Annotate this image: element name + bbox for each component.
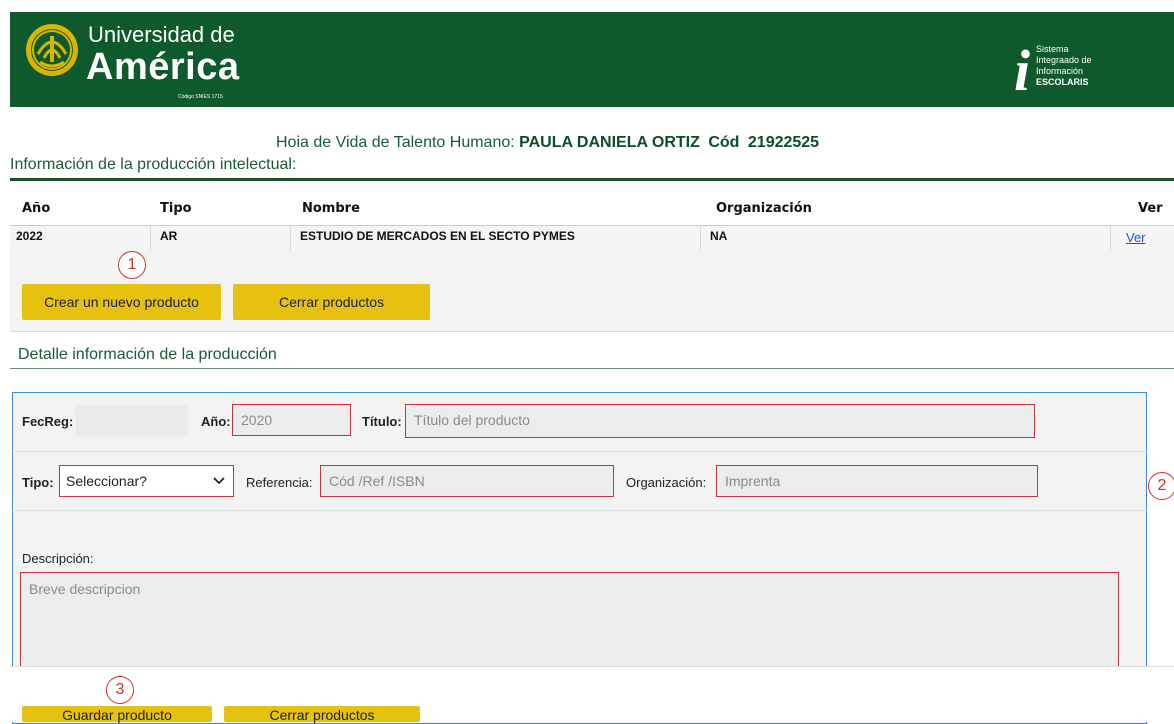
detail-divider bbox=[10, 368, 1174, 369]
bottom-divider bbox=[10, 666, 1174, 667]
view-link[interactable]: Ver bbox=[1126, 230, 1146, 245]
step-marker-1: 1 bbox=[118, 251, 146, 279]
reference-label: Referencia: bbox=[246, 475, 313, 490]
escolaris-text: Sistema Integraado de Información ESCOLA… bbox=[1036, 44, 1092, 88]
code-label: Cód bbox=[708, 134, 740, 151]
escolaris-line-3: Información bbox=[1036, 66, 1084, 76]
detail-title: Detalle información de la producción bbox=[18, 346, 277, 363]
page-title-prefix: Hoia de Vida de Talento Humano: bbox=[276, 134, 515, 151]
actions-divider bbox=[10, 331, 1174, 332]
escolaris-line-4: ESCOLARIS bbox=[1036, 77, 1089, 87]
year-input[interactable]: 2020 bbox=[232, 404, 351, 436]
cell-year: 2022 bbox=[16, 229, 43, 243]
organization-label: Organización: bbox=[626, 475, 707, 490]
create-product-button[interactable]: Crear un nuevo producto bbox=[22, 284, 221, 320]
cell-divider bbox=[150, 226, 151, 251]
organization-input[interactable]: Imprenta bbox=[716, 465, 1038, 497]
table-row: 2022 AR ESTUDIO DE MERCADOS EN EL SECTO … bbox=[10, 225, 1174, 252]
section-title: Información de la producción intelectual… bbox=[10, 156, 297, 173]
escolaris-i-icon: i bbox=[1014, 38, 1031, 103]
fecreg-label: FecReg: bbox=[22, 414, 74, 429]
escolaris-line-2: Integraado de bbox=[1036, 55, 1092, 65]
close-products-button-top[interactable]: Cerrar productos bbox=[233, 284, 430, 320]
cell-divider bbox=[1110, 226, 1111, 251]
header-banner: Universidad de América Código SNIES 1715… bbox=[10, 12, 1174, 107]
form-row-divider bbox=[12, 510, 1147, 511]
column-header-organization: Organización bbox=[716, 201, 812, 216]
escolaris-line-1: Sistema bbox=[1036, 44, 1069, 54]
chevron-down-icon bbox=[213, 477, 225, 485]
step-marker-3: 3 bbox=[106, 676, 134, 704]
form-side-area bbox=[1147, 392, 1174, 682]
brand-line-1: Universidad de bbox=[88, 22, 235, 47]
save-product-button[interactable]: Guardar producto bbox=[22, 706, 212, 723]
column-header-view: Ver bbox=[1138, 201, 1163, 216]
escolaris-logo: i Sistema Integraado de Información ESCO… bbox=[1014, 42, 1134, 102]
person-name: PAULA DANIELA ORTIZ bbox=[519, 134, 700, 151]
column-header-year: Año bbox=[22, 201, 51, 216]
section-divider bbox=[10, 178, 1174, 181]
cell-organization: NA bbox=[710, 229, 728, 243]
top-strip bbox=[0, 0, 1174, 12]
cell-type: AR bbox=[160, 229, 178, 243]
type-select[interactable]: Seleccionar? bbox=[59, 465, 234, 497]
title-input[interactable]: Título del producto bbox=[405, 404, 1035, 438]
form-row-divider bbox=[12, 451, 1147, 452]
code-value: 21922525 bbox=[747, 134, 820, 151]
type-label: Tipo: bbox=[22, 475, 54, 490]
brand-line-2: América bbox=[86, 46, 240, 88]
description-label: Descripción: bbox=[22, 551, 94, 566]
page-title: Hoia de Vida de Talento Humano: PAULA DA… bbox=[276, 134, 819, 152]
cell-divider bbox=[290, 226, 291, 251]
type-select-value: Seleccionar? bbox=[66, 473, 147, 489]
step-marker-2: 2 bbox=[1148, 472, 1174, 500]
column-header-name: Nombre bbox=[302, 201, 360, 216]
brand-code: Código SNIES 1715 bbox=[178, 94, 223, 100]
column-header-type: Tipo bbox=[160, 201, 192, 216]
close-products-button-bottom[interactable]: Cerrar productos bbox=[224, 706, 420, 723]
title-label: Título: bbox=[362, 414, 402, 429]
year-label: Año: bbox=[201, 414, 231, 429]
table-header: Año Tipo Nombre Organización Ver bbox=[10, 198, 1174, 220]
university-logo-icon bbox=[26, 24, 78, 76]
reference-input[interactable]: Cód /Ref /ISBN bbox=[320, 465, 614, 497]
fecreg-field[interactable] bbox=[75, 405, 188, 437]
cell-name: ESTUDIO DE MERCADOS EN EL SECTO PYMES bbox=[300, 229, 575, 243]
cell-divider bbox=[700, 226, 701, 251]
